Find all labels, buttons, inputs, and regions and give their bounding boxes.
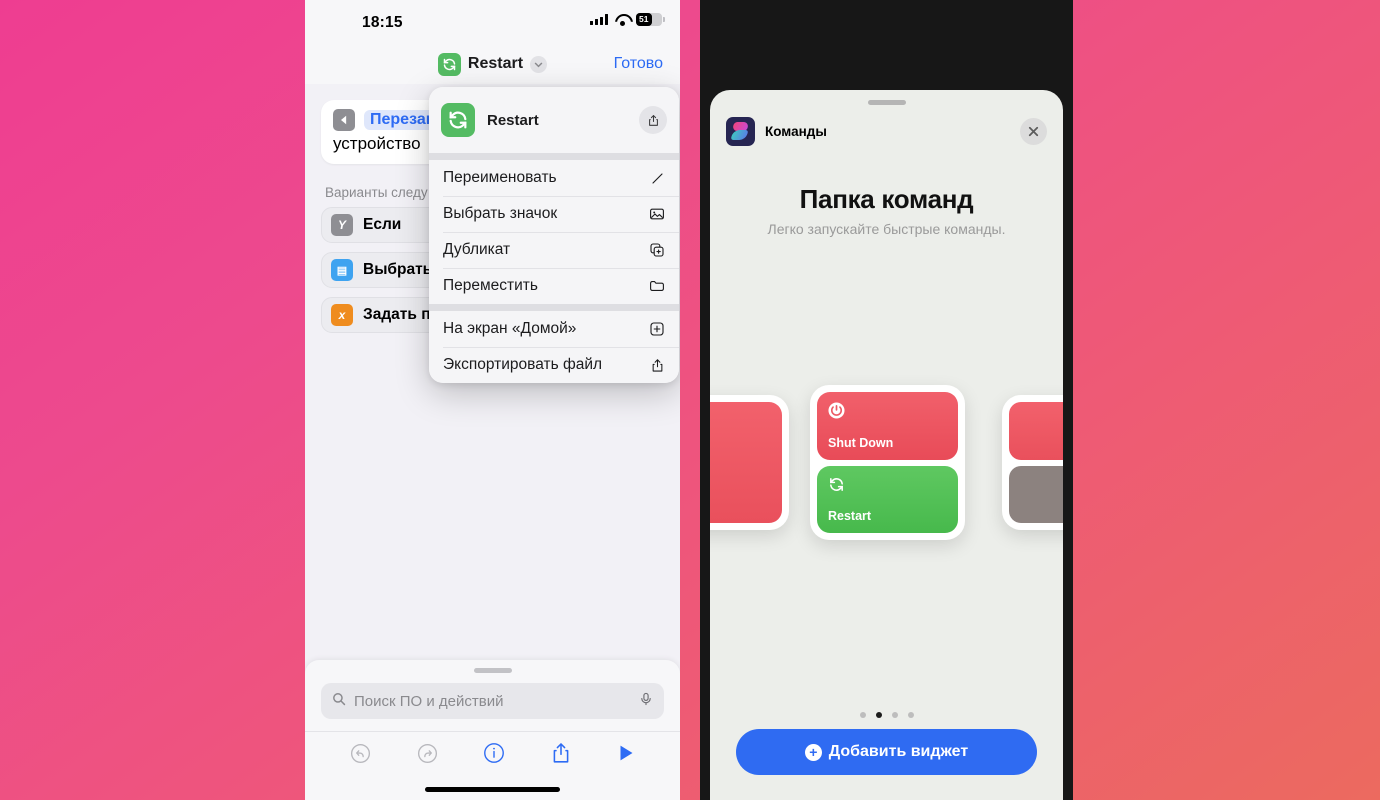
export-icon <box>648 356 666 374</box>
plus-circle-icon: + <box>804 743 822 761</box>
editor-navbar: Restart Готово <box>305 44 680 84</box>
context-menu-title: Restart <box>487 111 539 129</box>
add-widget-button[interactable]: + Добавить виджет <box>736 729 1037 775</box>
menu-item-choose-icon[interactable]: Выбрать значок <box>429 196 679 232</box>
duplicate-icon <box>648 241 666 259</box>
battery-percent: 51 <box>639 14 649 25</box>
widget-tile-restart[interactable]: Restart <box>817 465 958 533</box>
shortcut-name: Restart <box>467 55 524 72</box>
search-placeholder: Поиск ПО и действий <box>354 692 504 710</box>
wifi-icon <box>614 14 630 26</box>
context-menu-group-2: На экран «Домой» Экспортировать файл <box>429 311 679 383</box>
search-input[interactable]: Поиск ПО и действий <box>321 683 664 719</box>
folder-icon <box>648 277 666 295</box>
cellular-signal-icon <box>590 14 608 25</box>
sheet-grabber[interactable] <box>473 668 512 673</box>
sheet-header: Команды <box>710 105 1063 146</box>
context-menu-header: Restart <box>429 87 679 153</box>
menu-item-label: Экспортировать файл <box>443 356 603 373</box>
suggestion-label: Если <box>363 216 402 233</box>
restart-icon <box>828 476 845 493</box>
status-bar: 18:15 51 <box>305 0 680 44</box>
page-dot[interactable] <box>907 712 914 718</box>
menu-item-duplicate[interactable]: Дубликат <box>429 232 679 268</box>
page-dot-active[interactable] <box>875 712 882 718</box>
set-variable-icon: x <box>331 304 353 326</box>
widget-gallery-sheet: Команды Папка команд Легко запускайте бы… <box>710 90 1063 800</box>
menu-item-export-file[interactable]: Экспортировать файл <box>429 347 679 383</box>
add-widget-label: Добавить виджет <box>828 743 969 760</box>
menu-item-add-to-home-screen[interactable]: На экран «Домой» <box>429 311 679 347</box>
widget-carousel[interactable]: Shut Down Restart <box>710 385 1063 550</box>
info-button[interactable] <box>482 741 506 770</box>
restart-shortcut-icon <box>437 52 461 76</box>
menu-item-label: Выбрать значок <box>443 205 558 222</box>
widget-subtitle: Легко запускайте быстрые команды. <box>767 221 1006 237</box>
menu-item-label: Дубликат <box>443 241 511 258</box>
action-token[interactable]: Перезаг <box>364 110 439 130</box>
share-button[interactable] <box>550 742 572 769</box>
redo-button[interactable] <box>416 742 439 770</box>
menu-item-move[interactable]: Переместить <box>429 268 679 304</box>
search-icon <box>332 692 346 711</box>
shortcut-context-menu: Restart Переименовать Выбрать значок Дуб… <box>429 87 679 383</box>
app-name-label: Команды <box>765 124 827 139</box>
context-menu-group-1: Переименовать Выбрать значок Дубликат Пе… <box>429 160 679 304</box>
play-button[interactable] <box>616 743 636 768</box>
photo-icon <box>648 205 666 223</box>
undo-button[interactable] <box>349 742 372 770</box>
editor-toolbar <box>305 731 680 779</box>
battery-icon: 51 <box>636 13 665 26</box>
page-dot[interactable] <box>891 712 898 718</box>
choose-from-menu-icon: ▤ <box>331 259 353 281</box>
menu-item-rename[interactable]: Переименовать <box>429 160 679 196</box>
widget-tile-label: Shut Down <box>828 435 894 450</box>
home-indicator <box>425 787 560 792</box>
done-button[interactable]: Готово <box>614 55 663 73</box>
menu-item-label: На экран «Домой» <box>443 320 577 337</box>
pencil-icon <box>648 169 666 187</box>
page-indicator <box>710 712 1063 718</box>
right-phone-screen: Команды Папка команд Легко запускайте бы… <box>700 0 1073 800</box>
menu-item-label: Переместить <box>443 277 538 294</box>
add-to-home-icon <box>648 320 666 338</box>
widget-preview-previous[interactable] <box>710 395 789 530</box>
menu-divider <box>429 153 679 160</box>
share-icon[interactable] <box>639 106 667 134</box>
shortcut-title-button[interactable]: Restart <box>437 52 548 76</box>
menu-item-label: Переименовать <box>443 169 557 186</box>
left-phone-screen: 18:15 51 Restart Готово Перезаг устройст… <box>305 0 680 800</box>
menu-divider <box>429 304 679 311</box>
widget-preview-next[interactable] <box>1002 395 1063 530</box>
status-bar-time: 18:15 <box>362 14 403 31</box>
microphone-icon[interactable] <box>639 692 653 711</box>
shortcuts-app-icon <box>726 117 755 146</box>
restart-shortcut-icon <box>441 103 475 137</box>
back-action-icon <box>333 109 355 131</box>
search-panel: Поиск ПО и действий <box>305 660 680 800</box>
page-dot[interactable] <box>859 712 866 718</box>
chevron-down-icon[interactable] <box>530 55 548 73</box>
widget-tile-label: Restart <box>828 509 872 523</box>
power-icon <box>828 402 845 419</box>
close-icon[interactable] <box>1020 118 1047 145</box>
widget-preview-current[interactable]: Shut Down Restart <box>810 385 965 540</box>
widget-title: Папка команд <box>799 184 974 214</box>
status-bar-indicators: 51 <box>590 13 665 26</box>
widget-tile-shut-down[interactable]: Shut Down <box>817 392 958 460</box>
if-icon: Y <box>331 214 353 236</box>
